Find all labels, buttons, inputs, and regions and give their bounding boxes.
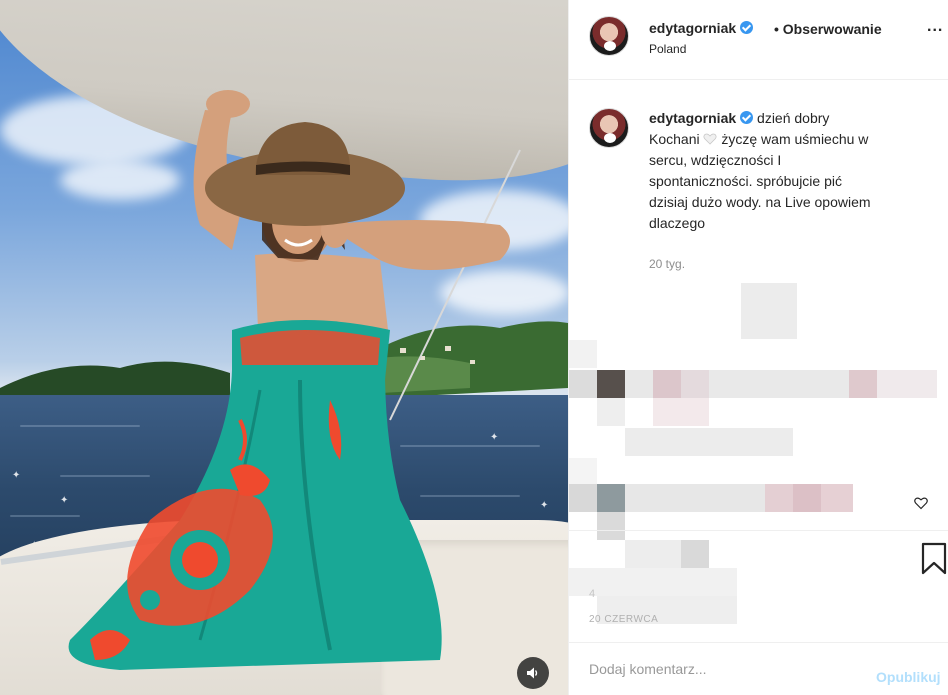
- publish-button[interactable]: Opublikuj: [876, 669, 941, 685]
- caption-timestamp: 20 tyg.: [649, 257, 686, 271]
- more-options-icon[interactable]: ...: [927, 18, 943, 36]
- heart-icon[interactable]: [914, 496, 928, 510]
- post-media[interactable]: ✦ ✦ ✦ ✦ ✦: [0, 0, 568, 695]
- bookmark-icon[interactable]: [919, 542, 948, 576]
- caption-text: życzę wam uśmiechu w: [721, 131, 869, 147]
- sound-toggle-button[interactable]: [517, 657, 549, 689]
- speaker-muted-icon: [527, 667, 538, 679]
- post-details-panel: edytagorniak • Obserwowanie Poland ... e…: [568, 0, 948, 695]
- post-caption: edytagorniak dzień dobry Kochani życzę w…: [649, 108, 939, 234]
- header-username[interactable]: edytagorniak: [649, 20, 754, 36]
- caption-text: dzień dobry: [757, 110, 830, 126]
- comment-input[interactable]: [589, 657, 859, 681]
- caption-username-text[interactable]: edytagorniak: [649, 110, 736, 126]
- username-text[interactable]: edytagorniak: [649, 20, 736, 36]
- caption-text: Kochani: [649, 131, 700, 147]
- caption-text: sercu, wdzięczności I: [649, 152, 782, 168]
- caption-text: spontaniczności. spróbujcie pić: [649, 173, 842, 189]
- verified-badge-icon: [740, 21, 754, 34]
- caption-username[interactable]: edytagorniak: [649, 110, 754, 126]
- separator-dot: •: [774, 21, 779, 37]
- woman-figure: [68, 90, 521, 670]
- caption-text: dzisiaj dużo wody. na Live opowiem: [649, 194, 871, 210]
- following-button[interactable]: • Obserwowanie: [774, 21, 882, 37]
- verified-badge-icon: [740, 111, 754, 124]
- obscured-count: 4: [589, 588, 596, 600]
- post-date: 20 CZERWCA: [589, 614, 659, 625]
- avatar[interactable]: [589, 16, 629, 56]
- white-heart-emoji-icon: [703, 133, 718, 145]
- divider: [569, 530, 948, 531]
- caption-text: dlaczego: [649, 215, 706, 231]
- following-label[interactable]: Obserwowanie: [783, 21, 882, 37]
- caption-avatar[interactable]: [589, 108, 629, 148]
- location-link[interactable]: Poland: [649, 42, 686, 56]
- add-comment-bar: Opublikuj: [569, 642, 948, 695]
- post-header: edytagorniak • Obserwowanie Poland ...: [569, 0, 948, 80]
